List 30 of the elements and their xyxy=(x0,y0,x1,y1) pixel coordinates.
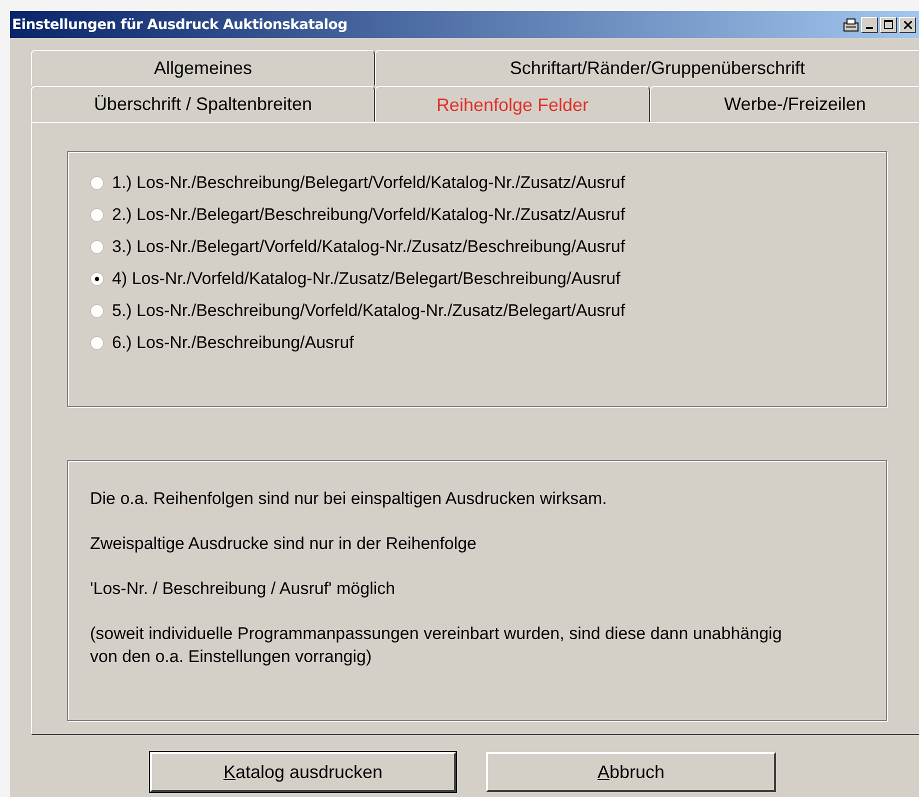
maximize-icon xyxy=(884,20,893,29)
note-text: (soweit individuelle Programmanpassungen vereinbart wurden, sind diese dann unabhängig von den o.a. Einstellungen vorrangig) xyxy=(90,623,783,668)
radio-button[interactable] xyxy=(90,336,104,350)
note-text: Die o.a. Reihenfolgen sind nur bei einspaltigen Ausdrucken wirksam. xyxy=(90,488,608,510)
tab[interactable]: Schriftart/Ränder/Gruppenüberschrift xyxy=(375,50,919,86)
radio-button[interactable] xyxy=(90,240,104,254)
window-title: Einstellungen für Ausdruck Auktionskatalog xyxy=(12,16,348,32)
option-label[interactable]: 2.) Los-Nr./Belegart/Beschreibung/Vorfeld/Katalog-Nr./Zusatz/Ausruf xyxy=(112,205,626,225)
option-label[interactable]: 5.) Los-Nr./Beschreibung/Vorfeld/Katalog-Nr./Zusatz/Belegart/Ausruf xyxy=(112,301,626,321)
option-label[interactable]: 3.) Los-Nr./Belegart/Vorfeld/Katalog-Nr./Zusatz/Beschreibung/Ausruf xyxy=(112,237,626,257)
minimize-icon xyxy=(866,26,873,28)
note-text: 'Los-Nr. / Beschreibung / Ausruf' möglich xyxy=(90,578,396,600)
radio-button[interactable] xyxy=(90,176,104,190)
minimize-button[interactable] xyxy=(861,16,878,32)
radio-button[interactable] xyxy=(90,272,104,286)
close-button[interactable] xyxy=(899,16,916,32)
tab[interactable]: Allgemeines xyxy=(31,50,375,86)
close-icon xyxy=(904,20,912,28)
note-text: Zweispaltige Ausdrucke sind nur in der Reihenfolge xyxy=(90,533,478,555)
radio-button[interactable] xyxy=(90,208,104,222)
dialog-button[interactable]: Katalog ausdrucken xyxy=(150,752,456,792)
dialog-button[interactable]: Abbruch xyxy=(486,752,776,792)
radio-button[interactable] xyxy=(90,304,104,318)
tab[interactable]: Werbe-/Freizeilen xyxy=(650,86,919,122)
printer-icon[interactable] xyxy=(843,18,859,32)
maximize-button[interactable] xyxy=(880,16,897,32)
tab[interactable]: Überschrift / Spaltenbreiten xyxy=(31,86,375,122)
option-label[interactable]: 1.) Los-Nr./Beschreibung/Belegart/Vorfeld/Katalog-Nr./Zusatz/Ausruf xyxy=(112,173,626,193)
option-label[interactable]: 6.) Los-Nr./Beschreibung/Ausruf xyxy=(112,333,354,353)
option-label[interactable]: 4) Los-Nr./Vorfeld/Katalog-Nr./Zusatz/Belegart/Beschreibung/Ausruf xyxy=(112,269,620,289)
